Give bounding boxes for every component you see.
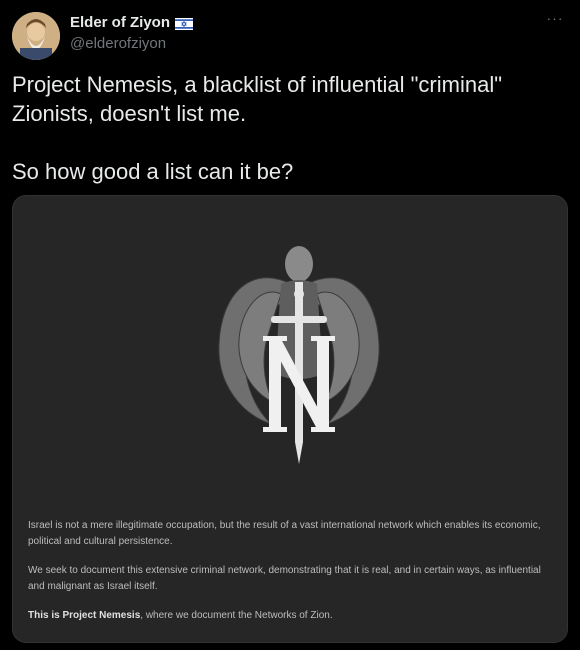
- tweet-text: Project Nemesis, a blacklist of influent…: [12, 72, 503, 184]
- author-names: Elder of Ziyon @elderofziyon: [70, 14, 194, 52]
- media-caption: Israel is not a mere illegitimate occupa…: [28, 518, 548, 637]
- tweet-media[interactable]: Israel is not a mere illegitimate occupa…: [12, 195, 568, 643]
- caption-paragraph-2: We seek to document this extensive crimi…: [28, 565, 541, 592]
- caption-rest: , where we document the Networks of Zion…: [140, 610, 333, 621]
- handle[interactable]: @elderofziyon: [70, 35, 193, 52]
- avatar[interactable]: [12, 12, 60, 60]
- tweet-header: Elder of Ziyon @elderofziyon ···: [12, 10, 568, 60]
- caption-paragraph-1: Israel is not a mere illegitimate occupa…: [28, 520, 541, 547]
- winged-angel-sword-n-emblem: [211, 224, 387, 470]
- caption-bold: This is Project Nemesis: [28, 610, 141, 621]
- caption-paragraph-3: This is Project Nemesis, where we docume…: [28, 608, 548, 624]
- israel-flag-icon: [175, 17, 194, 30]
- more-options-icon[interactable]: ···: [542, 10, 568, 30]
- display-name[interactable]: Elder of Ziyon: [70, 14, 170, 31]
- tweet: Elder of Ziyon @elderofziyon ··· Project…: [0, 0, 580, 650]
